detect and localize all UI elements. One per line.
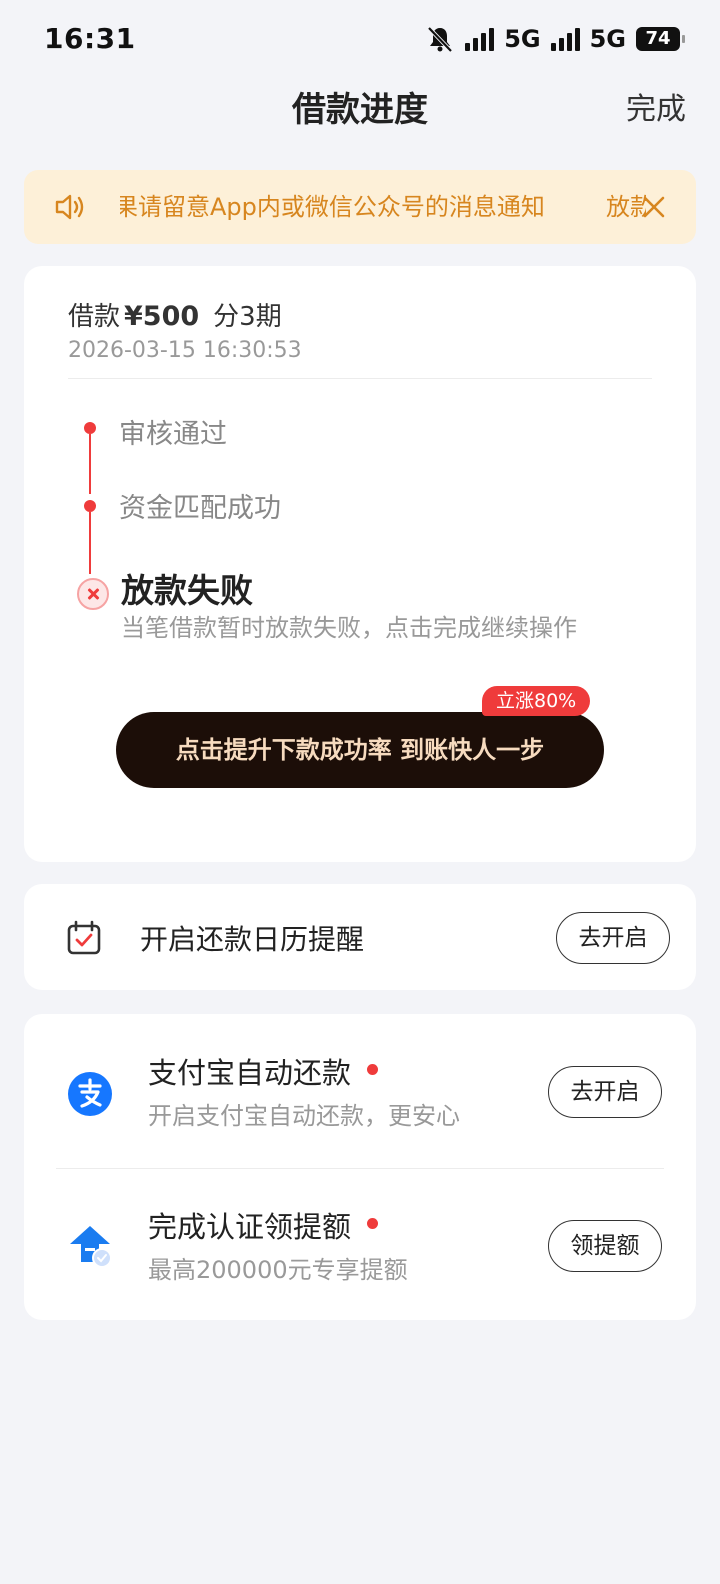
red-dot-badge (367, 1217, 379, 1229)
alipay-icon (68, 1072, 112, 1116)
enable-alipay-autopay-button[interactable]: 去开启 (548, 1066, 662, 1118)
timeline-dot (84, 500, 96, 512)
loan-periods: 分3期 (213, 302, 282, 332)
fail-title: 放款失败 (121, 571, 253, 610)
timeline-step-label: 审核通过 (119, 419, 227, 450)
service-item-title: 支付宝自动还款 (148, 1050, 379, 1092)
loan-progress-card: 借款 ¥500 分3期 2026-03-15 16:30:53 审核通过 资金匹配成… (24, 266, 696, 862)
services-card: 支付宝自动还款 开启支付宝自动还款，更安心 去开启 完成认证领提额 最高2000… (24, 1014, 696, 1320)
network-label: 5G (589, 25, 626, 53)
network-label: 5G (504, 25, 541, 53)
timeline-dot (84, 422, 96, 434)
status-bar: 16:31 5G 5G 74 (0, 0, 720, 80)
calendar-check-icon (67, 920, 101, 955)
close-icon[interactable] (642, 195, 666, 219)
signal-icon (465, 27, 495, 51)
enable-calendar-button[interactable]: 去开启 (556, 912, 670, 964)
done-button[interactable]: 完成 (626, 84, 686, 128)
loan-datetime: 2026-03-15 16:30:53 (68, 338, 302, 363)
divider (56, 1168, 664, 1169)
status-time: 16:31 (44, 22, 136, 55)
loan-amount: ¥500 (124, 301, 200, 332)
status-icons: 5G 5G 74 (425, 24, 685, 54)
red-dot-badge (367, 1063, 379, 1075)
timeline-step-label: 资金匹配成功 (119, 493, 281, 524)
boost-badge: 立涨80% (482, 686, 591, 716)
arrow-up-icon (70, 1226, 112, 1268)
service-item-subtitle: 最高200000元专享提额 (148, 1256, 408, 1284)
timeline-connector (89, 512, 91, 574)
notice-bar: 果请留意App内或微信公众号的消息通知 放款 (24, 170, 696, 244)
notice-text: 果请留意App内或微信公众号的消息通知 (120, 193, 545, 221)
loan-summary: 借款 ¥500 分3期 (68, 296, 282, 333)
divider (68, 378, 652, 379)
notice-text-tail: 放款 (606, 193, 646, 221)
calendar-reminder-card: 开启还款日历提醒 去开启 (24, 884, 696, 990)
calendar-reminder-label: 开启还款日历提醒 (140, 923, 365, 956)
battery-icon: 74 (636, 27, 685, 51)
timeline-connector (89, 434, 91, 494)
bell-off-icon (427, 26, 453, 53)
service-item-subtitle: 开启支付宝自动还款，更安心 (148, 1102, 460, 1130)
claim-credit-button[interactable]: 领提额 (548, 1220, 662, 1272)
fail-icon (77, 578, 109, 610)
speaker-icon (55, 194, 84, 220)
fail-description: 当笔借款暂时放款失败，点击完成继续操作 (121, 614, 577, 642)
boost-success-rate-button[interactable]: 点击提升下款成功率 到账快人一步 (116, 712, 604, 788)
page-title: 借款进度 (292, 90, 428, 130)
signal-icon (550, 27, 580, 51)
service-item-title: 完成认证领提额 (148, 1204, 379, 1246)
loan-prefix: 借款 (68, 302, 121, 332)
